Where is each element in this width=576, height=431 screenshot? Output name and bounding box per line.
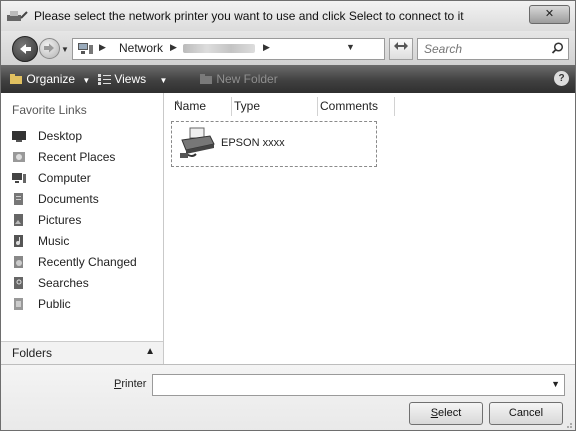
forward-arrow-icon — [44, 43, 54, 53]
documents-icon — [14, 193, 23, 205]
printer-label-rest: rinter — [121, 378, 147, 390]
searches-icon — [14, 277, 23, 289]
back-button[interactable] — [12, 36, 38, 62]
column-header-label: Comments — [320, 99, 379, 113]
sidebar-item-computer[interactable]: Computer — [12, 169, 160, 188]
search-input[interactable] — [424, 41, 544, 56]
network-icon — [78, 43, 93, 54]
refresh-icon — [394, 42, 408, 50]
refresh-button[interactable] — [389, 38, 413, 60]
file-list: Name ▲ Type Comments EPSON xxxx — [164, 93, 575, 364]
breadcrumb-network[interactable]: Network — [119, 41, 163, 55]
printer-select-dialog: Please select the network printer you wa… — [0, 0, 576, 431]
sidebar-item-label: Documents — [38, 192, 99, 206]
sidebar-item-label: Desktop — [38, 129, 83, 143]
printer-input[interactable] — [157, 377, 537, 392]
chevron-up-icon: ▲ — [145, 346, 155, 357]
organize-icon — [10, 74, 22, 84]
command-toolbar: Organize ▼ Views ▼ New Folder ? — [1, 65, 575, 93]
search-icon[interactable] — [551, 42, 564, 55]
public-icon — [14, 298, 23, 310]
select-button[interactable]: Select — [409, 402, 483, 425]
sidebar-item-label: Searches — [38, 276, 89, 290]
sidebar-item-label: Music — [38, 234, 70, 248]
cancel-button[interactable]: Cancel — [489, 402, 563, 425]
breadcrumb-separator[interactable]: ▶ — [263, 42, 270, 53]
sidebar-item-desktop[interactable]: Desktop — [12, 127, 160, 146]
sidebar-item-documents[interactable]: Documents — [12, 190, 160, 209]
organize-label: Organize — [26, 72, 76, 86]
favorite-links-heading: Favorite Links — [12, 103, 87, 117]
printer-field-label: Printer — [114, 378, 146, 390]
new-folder-button[interactable]: New Folder — [200, 72, 278, 86]
search-box[interactable] — [417, 38, 569, 60]
window-title: Please select the network printer you wa… — [34, 9, 464, 23]
breadcrumb-separator[interactable]: ▶ — [170, 42, 177, 53]
column-header-name[interactable]: Name ▲ — [172, 97, 232, 116]
sidebar-item-label: Recent Places — [38, 150, 116, 164]
folders-label: Folders — [12, 346, 53, 360]
recent-pages-dropdown-icon[interactable]: ▼ — [61, 45, 69, 54]
breadcrumb-separator[interactable]: ▶ — [99, 42, 106, 53]
chevron-down-icon[interactable]: ▼ — [551, 379, 560, 389]
views-icon — [98, 74, 111, 85]
recent-places-icon — [13, 152, 25, 162]
printer-combobox[interactable]: ▼ — [152, 374, 565, 396]
views-label: Views — [114, 72, 147, 86]
back-arrow-icon — [20, 44, 31, 54]
sidebar-item-public[interactable]: Public — [12, 295, 160, 314]
select-button-accesskey: S — [430, 407, 439, 419]
desktop-icon — [12, 131, 26, 142]
list-item-label: EPSON xxxx — [221, 137, 285, 149]
address-field[interactable]: ▶ Network ▶ ▶ ▼ — [72, 38, 385, 60]
computer-icon — [12, 173, 26, 183]
sort-ascending-icon: ▲ — [174, 99, 181, 106]
sidebar-item-searches[interactable]: Searches — [12, 274, 160, 293]
sidebar-item-label: Public — [38, 297, 71, 311]
sidebar-item-label: Computer — [38, 171, 91, 185]
chevron-down-icon: ▼ — [82, 76, 91, 85]
music-icon — [14, 235, 23, 247]
forward-button[interactable] — [39, 38, 60, 59]
title-bar: Please select the network printer you wa… — [1, 1, 575, 31]
address-dropdown-icon[interactable]: ▼ — [346, 42, 355, 52]
sidebar-item-label: Recently Changed — [38, 255, 137, 269]
list-item[interactable]: EPSON xxxx — [171, 121, 377, 167]
sidebar-item-pictures[interactable]: Pictures — [12, 211, 160, 230]
address-bar: ▼ ▶ Network ▶ ▶ ▼ — [1, 31, 575, 65]
breadcrumb-computer-redacted[interactable] — [183, 44, 255, 53]
dialog-footer: Printer ▼ Select Cancel — [1, 364, 575, 430]
printer-icon — [180, 127, 215, 158]
new-folder-label: New Folder — [216, 72, 278, 86]
sidebar-item-label: Pictures — [38, 213, 82, 227]
column-header-label: Type — [234, 99, 261, 113]
column-header-comments[interactable]: Comments — [318, 97, 395, 116]
sidebar-item-recent-places[interactable]: Recent Places — [12, 148, 160, 167]
help-button[interactable]: ? — [554, 71, 569, 86]
select-button-label-rest: elect — [438, 407, 462, 419]
new-folder-icon — [200, 74, 212, 84]
chevron-down-icon: ▼ — [159, 76, 168, 85]
views-menu[interactable]: Views ▼ — [98, 72, 167, 86]
close-button[interactable]: ✕ — [529, 5, 570, 24]
sidebar-item-recently-changed[interactable]: Recently Changed — [12, 253, 160, 272]
resize-grip-icon[interactable] — [563, 419, 573, 429]
pictures-icon — [14, 214, 23, 226]
network-printer-icon — [7, 11, 28, 21]
recently-changed-icon — [14, 256, 23, 268]
navigation-pane: Favorite Links Desktop Recent Places Com… — [1, 93, 164, 364]
organize-menu[interactable]: Organize ▼ — [10, 72, 90, 86]
folders-toggle[interactable]: Folders ▲ — [1, 341, 163, 364]
sidebar-item-music[interactable]: Music — [12, 232, 160, 251]
column-header-type[interactable]: Type — [232, 97, 318, 116]
